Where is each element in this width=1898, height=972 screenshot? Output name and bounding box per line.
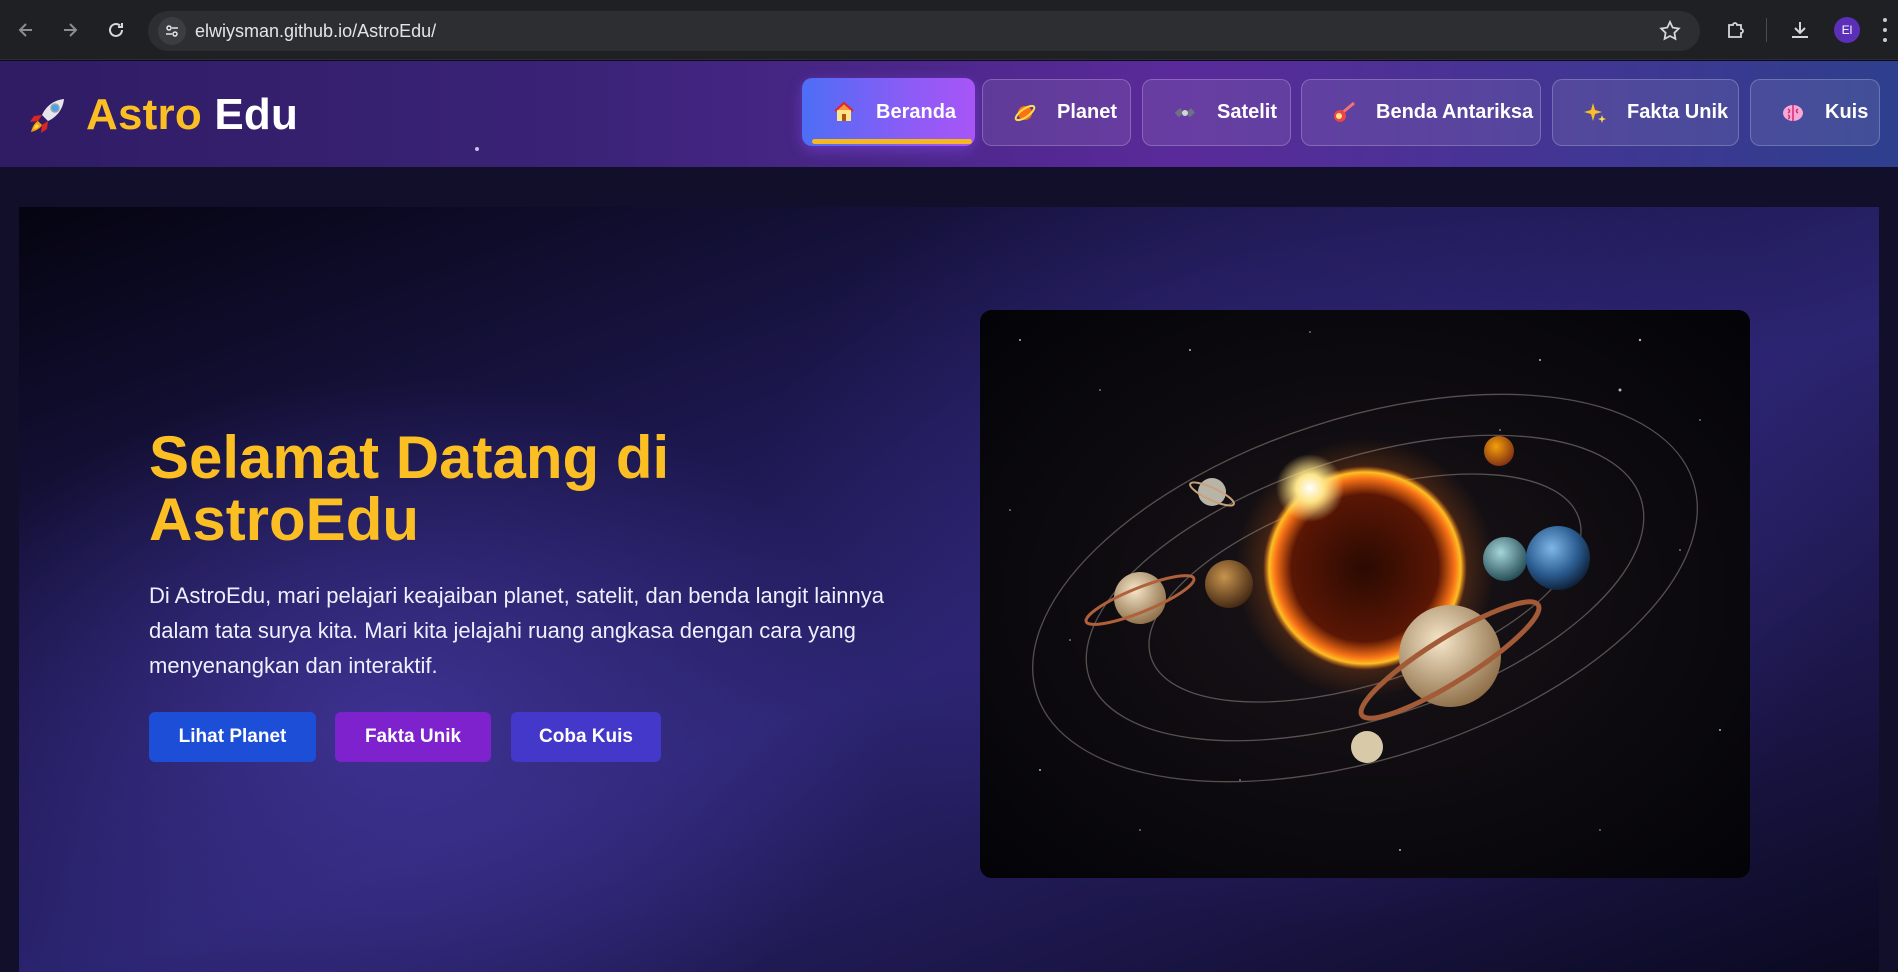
menu-icon[interactable] <box>1882 18 1888 42</box>
brain-icon <box>1781 101 1805 125</box>
rocket-icon <box>30 99 64 133</box>
star-icon[interactable] <box>1658 19 1682 43</box>
address-bar[interactable]: elwiysman.github.io/AstroEdu/ <box>148 11 1700 51</box>
decorative-star <box>475 147 479 151</box>
arrow-left-icon <box>18 23 32 37</box>
active-indicator <box>812 139 972 144</box>
puzzle-icon <box>1728 22 1744 38</box>
comet-icon <box>1332 101 1356 125</box>
extensions-button[interactable] <box>1722 16 1750 44</box>
browser-toolbar: elwiysman.github.io/AstroEdu/ El <box>0 0 1898 60</box>
house-icon <box>832 100 856 124</box>
downloads-button[interactable] <box>1786 16 1814 44</box>
tune-icon <box>166 25 178 37</box>
nav-label: Planet <box>1057 101 1118 123</box>
toolbar-divider <box>1766 18 1767 42</box>
nav-label: Satelit <box>1217 101 1278 123</box>
nav-item-benda-antariksa[interactable]: Benda Antariksa <box>1301 79 1541 146</box>
sparkles-icon <box>1583 101 1607 125</box>
nav-item-satelit[interactable]: Satelit <box>1142 79 1291 146</box>
solar-system-image <box>980 310 1750 878</box>
forward-button[interactable] <box>54 14 86 46</box>
url-text[interactable]: elwiysman.github.io/AstroEdu/ <box>195 21 436 42</box>
logo-word-astro: Astro <box>86 90 202 139</box>
arrow-right-icon <box>64 23 78 37</box>
nav-item-fakta-unik[interactable]: Fakta Unik <box>1552 79 1739 146</box>
nav-item-beranda[interactable]: Beranda <box>802 78 975 146</box>
view-planets-button[interactable]: Lihat Planet <box>149 712 316 762</box>
profile-avatar[interactable]: El <box>1834 17 1860 43</box>
site-logo[interactable]: Astro Edu <box>24 89 298 141</box>
hero-title: Selamat Datang di AstroEdu <box>149 424 670 553</box>
site-info-button[interactable] <box>158 17 186 45</box>
nav-label: Fakta Unik <box>1627 101 1729 123</box>
nav-label: Benda Antariksa <box>1376 101 1534 123</box>
try-quiz-button[interactable]: Coba Kuis <box>511 712 661 762</box>
hero-description: Di AstroEdu, mari pelajari keajaiban pla… <box>149 583 885 678</box>
nav-item-kuis[interactable]: Kuis <box>1750 79 1880 146</box>
logo-word-edu: Edu <box>214 90 299 139</box>
satellite-icon <box>1173 101 1197 125</box>
unique-facts-button[interactable]: Fakta Unik <box>335 712 491 762</box>
download-icon <box>1792 22 1808 38</box>
planet-icon <box>1013 101 1037 125</box>
back-button[interactable] <box>10 14 42 46</box>
nav-label: Beranda <box>876 100 957 123</box>
reload-button[interactable] <box>100 14 132 46</box>
nav-item-planet[interactable]: Planet <box>982 79 1131 146</box>
nav-label: Kuis <box>1825 101 1869 123</box>
reload-icon <box>109 22 123 37</box>
